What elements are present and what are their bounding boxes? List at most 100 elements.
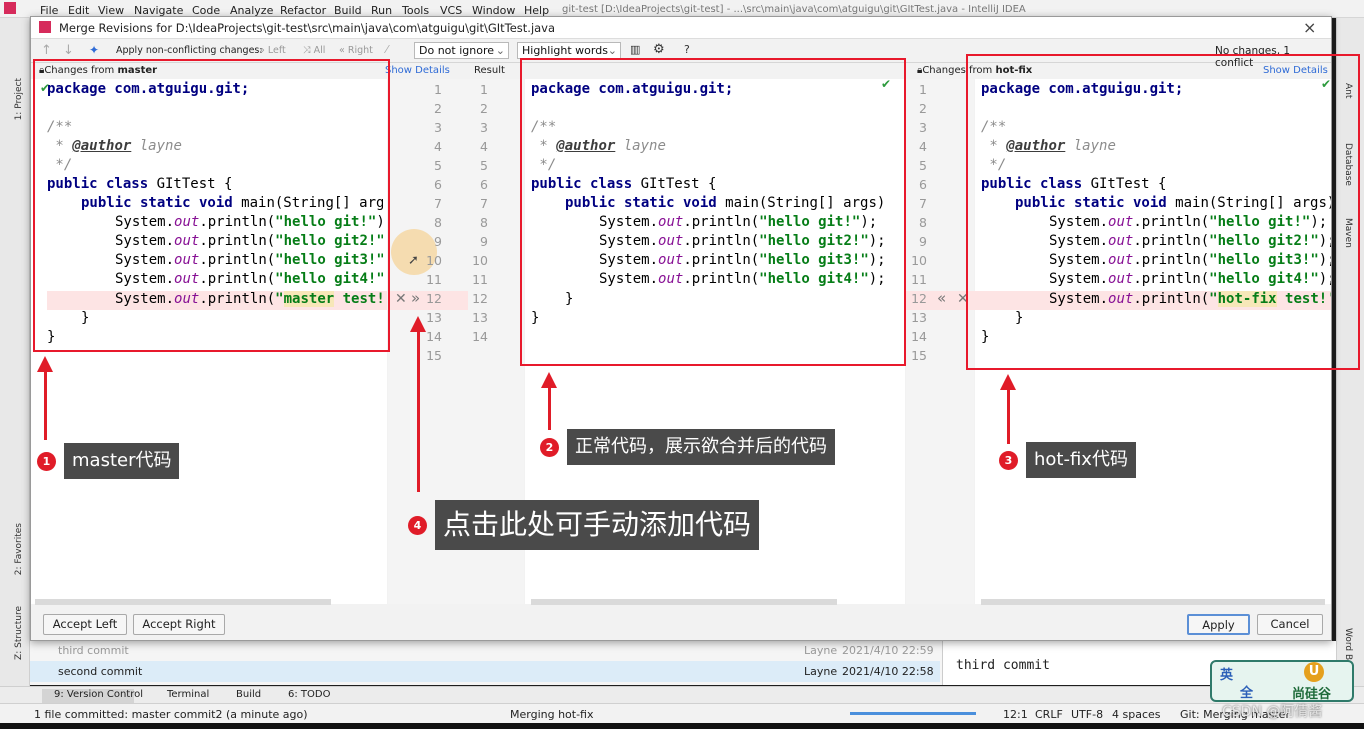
watermark: CSDN @阿倩酱 [1222, 704, 1323, 720]
apply-right-label: Right [347, 45, 373, 56]
status-indent[interactable]: 4 spaces [1112, 708, 1161, 721]
result-line-number-left: 10 [472, 253, 488, 268]
apply-all-button[interactable]: ⤨ All [303, 45, 325, 56]
result-line-number-left: 7 [480, 196, 488, 211]
magic-resolve-icon[interactable]: ✦ [89, 43, 99, 57]
sync-scroll-icon[interactable]: ▥ [630, 43, 640, 56]
ignore-select[interactable]: Do not ignore ⌄ [414, 42, 509, 59]
result-line-number-left: 5 [480, 158, 488, 173]
arrow-down-icon[interactable]: ↓ [63, 43, 74, 58]
left-line-number: 4 [434, 139, 442, 154]
result-line-number-left: 1 [480, 82, 488, 97]
result-hscrollbar[interactable] [531, 599, 837, 605]
accept-left-button[interactable]: Accept Left [43, 614, 127, 635]
status-bar: 1 file committed: master commit2 (a minu… [0, 703, 1364, 723]
right-hscrollbar[interactable] [981, 599, 1325, 605]
gear-icon[interactable]: ⚙ [653, 42, 665, 57]
annotation-box-master [33, 59, 390, 352]
status-encoding[interactable]: UTF-8 [1071, 708, 1103, 721]
wand-icon[interactable]: ⁄ [386, 43, 388, 56]
atguigu-logo-icon: U [1304, 662, 1324, 682]
tab-terminal[interactable]: Terminal [167, 689, 209, 700]
log-row-author: Layne [804, 665, 838, 678]
highlight-select-value: Highlight words [522, 44, 608, 57]
annotation-badge-3: 3 [999, 451, 1018, 470]
status-eol[interactable]: CRLF [1035, 708, 1063, 721]
result-line-number-left: 8 [480, 215, 488, 230]
ime-width: 全 [1240, 686, 1254, 701]
annotation-badge-2: 2 [540, 438, 559, 457]
commit-detail-text: third commit [956, 658, 1050, 673]
annotation-label-hotfix: hot-fix代码 [1026, 442, 1136, 478]
left-line-number: 8 [434, 215, 442, 230]
ignore-left-change-icon[interactable]: ✕ [395, 291, 407, 307]
status-message: 1 file committed: master commit2 (a minu… [34, 708, 308, 721]
left-line-number: 7 [434, 196, 442, 211]
status-caret-pos[interactable]: 12:1 [1003, 708, 1028, 721]
highlight-select[interactable]: Highlight words ⌄ [517, 42, 621, 59]
chevron-down-icon: ⌄ [495, 44, 505, 57]
annotation-box-result [520, 58, 906, 366]
annotation-badge-4: 4 [408, 516, 427, 535]
apply-right-button[interactable]: « Right [339, 45, 373, 56]
intellij-logo-icon [4, 2, 16, 14]
taskbar-strip [0, 723, 1364, 729]
left-hscrollbar[interactable] [35, 599, 331, 605]
tool-window-bar: 9: Version Control Terminal Build 6: TOD… [0, 686, 1364, 703]
left-line-number: 3 [434, 120, 442, 135]
close-icon[interactable]: × [1303, 18, 1316, 37]
log-row[interactable]: third commit Layne 2021/4/10 22:59 [30, 641, 940, 661]
left-tool-strip: 1: Project 2: Favorites Z: Structure [0, 18, 30, 702]
dialog-title-bar: Merge Revisions for D:\IdeaProjects\git-… [31, 17, 1331, 39]
log-row-message: second commit [58, 665, 143, 678]
tab-build[interactable]: Build [236, 689, 261, 700]
apply-left-label: Left [267, 45, 286, 56]
tab-todo[interactable]: 6: TODO [288, 689, 330, 700]
cancel-button[interactable]: Cancel [1257, 614, 1323, 635]
status-task[interactable]: Merging hot-fix [510, 708, 594, 721]
log-row-date: 2021/4/10 22:58 [842, 665, 934, 678]
left-line-number: 2 [434, 101, 442, 116]
annotation-label-manual-add: 点击此处可手动添加代码 [435, 500, 760, 550]
apply-left-button[interactable]: » Left [259, 45, 286, 56]
progress-bar [850, 712, 976, 715]
left-line-number: 10 [426, 253, 442, 268]
result-line-number-left: 14 [472, 329, 488, 344]
tab-version-control[interactable]: 9: Version Control [54, 689, 143, 700]
log-row[interactable]: second commit Layne 2021/4/10 22:58 [30, 661, 940, 682]
result-line-number-left: 11 [472, 272, 488, 287]
logo-text: 尚硅谷 [1292, 687, 1332, 702]
tool-word-book[interactable]: Word B [1343, 628, 1353, 660]
ide-window-title: git-test [D:\IdeaProjects\git-test] - ..… [562, 4, 1026, 15]
tool-favorites[interactable]: 2: Favorites [14, 523, 24, 575]
result-line-number-left: 12 [472, 291, 488, 306]
result-line-number-left: 2 [480, 101, 488, 116]
version-control-log: third commit Layne 2021/4/10 22:59 secon… [30, 641, 1336, 685]
left-line-number: 6 [434, 177, 442, 192]
annotation-label-master: master代码 [64, 443, 180, 479]
log-row-author: Layne [804, 644, 838, 657]
result-line-number-left: 3 [480, 120, 488, 135]
ime-widget[interactable]: 英 全 U 尚硅谷 [1210, 660, 1354, 702]
result-line-number-left: 13 [472, 310, 488, 325]
log-row-date: 2021/4/10 22:59 [842, 644, 934, 657]
arrow-up-icon[interactable]: ↑ [41, 43, 52, 58]
annotation-badge-1: 1 [37, 452, 56, 471]
tool-structure[interactable]: Z: Structure [14, 606, 24, 660]
left-line-number: 9 [434, 234, 442, 249]
left-line-number: 5 [434, 158, 442, 173]
log-row-message: third commit [58, 644, 129, 657]
annotation-label-result: 正常代码，展示欲合并后的代码 [567, 429, 835, 465]
dialog-title: Merge Revisions for D:\IdeaProjects\git-… [59, 21, 556, 35]
ime-mode: 英 [1220, 668, 1234, 683]
tool-project[interactable]: 1: Project [14, 78, 24, 120]
ignore-select-value: Do not ignore [419, 44, 494, 57]
help-icon[interactable]: ? [684, 43, 690, 56]
left-line-number: 11 [426, 272, 442, 287]
left-line-number: 1 [434, 82, 442, 97]
accept-right-button[interactable]: Accept Right [133, 614, 225, 635]
result-line-number-left: 4 [480, 139, 488, 154]
apply-button[interactable]: Apply [1187, 614, 1250, 635]
accept-right-change-icon[interactable]: « [937, 289, 946, 307]
result-line-number-left: 6 [480, 177, 488, 192]
